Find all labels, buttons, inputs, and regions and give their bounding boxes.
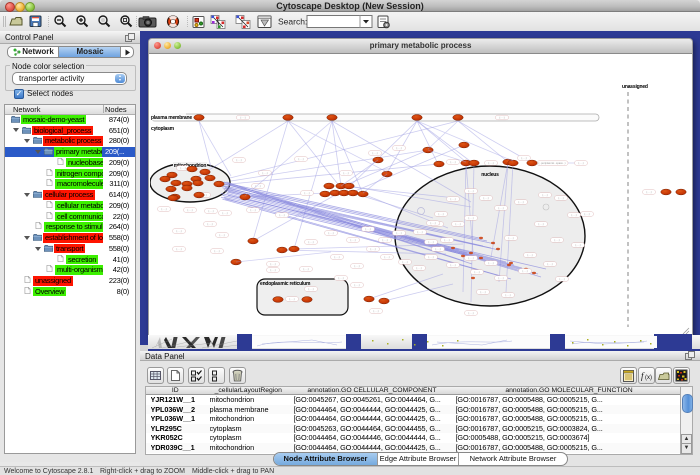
svg-text:(x): (x) <box>645 375 652 381</box>
svg-text:cytoplasm: cytoplasm <box>151 126 175 132</box>
svg-text:(··periplasmic··space··): (··periplasmic··space··) <box>539 161 566 165</box>
svg-text:nucleus: nucleus <box>481 172 499 178</box>
svg-text:endoplasmic reticulum: endoplasmic reticulum <box>260 281 311 287</box>
svg-text:Search:: Search: <box>278 17 307 27</box>
svg-text:unassigned: unassigned <box>622 84 648 90</box>
svg-text:plasma membrane: plasma membrane <box>151 115 192 121</box>
